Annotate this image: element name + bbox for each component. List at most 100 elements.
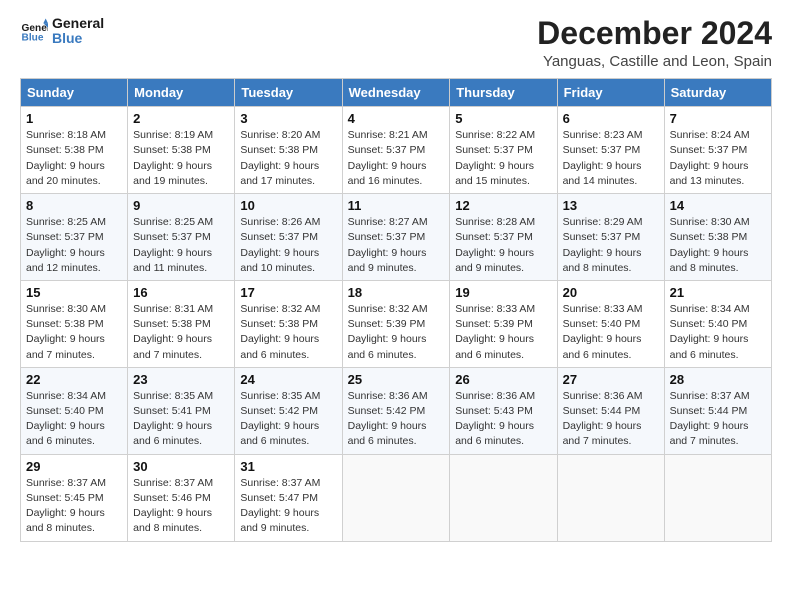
day-info: Sunrise: 8:36 AMSunset: 5:43 PMDaylight:…	[455, 389, 551, 450]
weekday-header-saturday: Saturday	[664, 79, 771, 107]
calendar-day-8: 8 Sunrise: 8:25 AMSunset: 5:37 PMDaylight…	[21, 194, 128, 281]
day-info: Sunrise: 8:30 AMSunset: 5:38 PMDaylight:…	[26, 302, 122, 363]
day-number: 20	[563, 285, 659, 300]
weekday-header-friday: Friday	[557, 79, 664, 107]
title-block: December 2024 Yanguas, Castille and Leon…	[537, 16, 772, 70]
day-number: 26	[455, 372, 551, 387]
logo-line2: Blue	[52, 31, 104, 46]
calendar-day-18: 18Sunrise: 8:32 AMSunset: 5:39 PMDayligh…	[342, 280, 450, 367]
calendar-day-3: 3Sunrise: 8:20 AMSunset: 5:38 PMDaylight…	[235, 107, 342, 194]
calendar-day-28: 28 Sunrise: 8:37 AMSunset: 5:44 PMDayligh…	[664, 367, 771, 454]
day-number: 24	[240, 372, 336, 387]
day-info: Sunrise: 8:31 AMSunset: 5:38 PMDaylight:…	[133, 302, 229, 363]
day-number: 1	[26, 111, 122, 126]
calendar-week-3: 15 Sunrise: 8:30 AMSunset: 5:38 PMDayligh…	[21, 280, 772, 367]
day-number: 30	[133, 459, 229, 474]
day-info: Sunrise: 8:27 AMSunset: 5:37 PMDaylight:…	[348, 215, 445, 276]
day-info: Sunrise: 8:28 AMSunset: 5:37 PMDaylight:…	[455, 215, 551, 276]
day-info: Sunrise: 8:25 AMSunset: 5:37 PMDaylight:…	[26, 215, 122, 276]
calendar-day-6: 6 Sunrise: 8:23 AMSunset: 5:37 PMDaylight…	[557, 107, 664, 194]
page-header: General Blue General Blue December 2024 …	[20, 16, 772, 70]
day-number: 25	[348, 372, 445, 387]
day-number: 8	[26, 198, 122, 213]
calendar-day-10: 10 Sunrise: 8:26 AMSunset: 5:37 PMDayligh…	[235, 194, 342, 281]
empty-cell	[557, 454, 664, 541]
calendar-day-2: 2Sunrise: 8:19 AMSunset: 5:38 PMDaylight…	[128, 107, 235, 194]
day-number: 6	[563, 111, 659, 126]
calendar-week-1: 1 Sunrise: 8:18 AMSunset: 5:38 PMDaylight…	[21, 107, 772, 194]
day-number: 16	[133, 285, 229, 300]
day-info: Sunrise: 8:37 AMSunset: 5:45 PMDaylight:…	[26, 476, 122, 537]
calendar-day-20: 20 Sunrise: 8:33 AMSunset: 5:40 PMDayligh…	[557, 280, 664, 367]
calendar-day-23: 23 Sunrise: 8:35 AMSunset: 5:41 PMDayligh…	[128, 367, 235, 454]
day-number: 22	[26, 372, 122, 387]
calendar-day-11: 11 Sunrise: 8:27 AMSunset: 5:37 PMDayligh…	[342, 194, 450, 281]
day-info: Sunrise: 8:29 AMSunset: 5:37 PMDaylight:…	[563, 215, 659, 276]
calendar-day-9: 9 Sunrise: 8:25 AMSunset: 5:37 PMDaylight…	[128, 194, 235, 281]
day-info: Sunrise: 8:35 AMSunset: 5:41 PMDaylight:…	[133, 389, 229, 450]
day-info: Sunrise: 8:30 AMSunset: 5:38 PMDaylight:…	[670, 215, 766, 276]
day-info: Sunrise: 8:19 AMSunset: 5:38 PMDaylight:…	[133, 128, 229, 189]
calendar-day-17: 17Sunrise: 8:32 AMSunset: 5:38 PMDayligh…	[235, 280, 342, 367]
day-number: 13	[563, 198, 659, 213]
day-info: Sunrise: 8:34 AMSunset: 5:40 PMDaylight:…	[670, 302, 766, 363]
calendar-day-7: 7 Sunrise: 8:24 AMSunset: 5:37 PMDaylight…	[664, 107, 771, 194]
day-number: 23	[133, 372, 229, 387]
day-info: Sunrise: 8:25 AMSunset: 5:37 PMDaylight:…	[133, 215, 229, 276]
weekday-header-monday: Monday	[128, 79, 235, 107]
day-number: 12	[455, 198, 551, 213]
logo: General Blue General Blue	[20, 16, 104, 47]
day-number: 11	[348, 198, 445, 213]
empty-cell	[664, 454, 771, 541]
day-info: Sunrise: 8:18 AMSunset: 5:38 PMDaylight:…	[26, 128, 122, 189]
calendar-day-15: 15 Sunrise: 8:30 AMSunset: 5:38 PMDayligh…	[21, 280, 128, 367]
day-info: Sunrise: 8:37 AMSunset: 5:46 PMDaylight:…	[133, 476, 229, 537]
day-number: 9	[133, 198, 229, 213]
day-number: 19	[455, 285, 551, 300]
calendar-table: SundayMondayTuesdayWednesdayThursdayFrid…	[20, 78, 772, 541]
weekday-header-wednesday: Wednesday	[342, 79, 450, 107]
day-number: 27	[563, 372, 659, 387]
calendar-day-26: 26 Sunrise: 8:36 AMSunset: 5:43 PMDayligh…	[450, 367, 557, 454]
calendar-day-22: 22 Sunrise: 8:34 AMSunset: 5:40 PMDayligh…	[21, 367, 128, 454]
calendar-day-14: 14Sunrise: 8:30 AMSunset: 5:38 PMDayligh…	[664, 194, 771, 281]
calendar-week-4: 22 Sunrise: 8:34 AMSunset: 5:40 PMDayligh…	[21, 367, 772, 454]
day-number: 5	[455, 111, 551, 126]
calendar-day-31: 31 Sunrise: 8:37 AMSunset: 5:47 PMDayligh…	[235, 454, 342, 541]
day-info: Sunrise: 8:22 AMSunset: 5:37 PMDaylight:…	[455, 128, 551, 189]
svg-text:Blue: Blue	[22, 33, 44, 44]
calendar-day-24: 24Sunrise: 8:35 AMSunset: 5:42 PMDayligh…	[235, 367, 342, 454]
empty-cell	[450, 454, 557, 541]
calendar-day-4: 4 Sunrise: 8:21 AMSunset: 5:37 PMDaylight…	[342, 107, 450, 194]
day-info: Sunrise: 8:34 AMSunset: 5:40 PMDaylight:…	[26, 389, 122, 450]
day-number: 15	[26, 285, 122, 300]
day-info: Sunrise: 8:37 AMSunset: 5:47 PMDaylight:…	[240, 476, 336, 537]
day-number: 7	[670, 111, 766, 126]
calendar-day-29: 29Sunrise: 8:37 AMSunset: 5:45 PMDayligh…	[21, 454, 128, 541]
logo-line1: General	[52, 16, 104, 31]
calendar-header-row: SundayMondayTuesdayWednesdayThursdayFrid…	[21, 79, 772, 107]
calendar-day-27: 27 Sunrise: 8:36 AMSunset: 5:44 PMDayligh…	[557, 367, 664, 454]
calendar-day-1: 1 Sunrise: 8:18 AMSunset: 5:38 PMDaylight…	[21, 107, 128, 194]
day-info: Sunrise: 8:23 AMSunset: 5:37 PMDaylight:…	[563, 128, 659, 189]
day-number: 31	[240, 459, 336, 474]
calendar-week-2: 8 Sunrise: 8:25 AMSunset: 5:37 PMDaylight…	[21, 194, 772, 281]
day-number: 28	[670, 372, 766, 387]
day-info: Sunrise: 8:33 AMSunset: 5:40 PMDaylight:…	[563, 302, 659, 363]
calendar-day-25: 25 Sunrise: 8:36 AMSunset: 5:42 PMDayligh…	[342, 367, 450, 454]
day-info: Sunrise: 8:21 AMSunset: 5:37 PMDaylight:…	[348, 128, 445, 189]
calendar-day-13: 13 Sunrise: 8:29 AMSunset: 5:37 PMDayligh…	[557, 194, 664, 281]
day-number: 17	[240, 285, 336, 300]
weekday-header-tuesday: Tuesday	[235, 79, 342, 107]
calendar-day-30: 30 Sunrise: 8:37 AMSunset: 5:46 PMDayligh…	[128, 454, 235, 541]
day-number: 4	[348, 111, 445, 126]
day-info: Sunrise: 8:26 AMSunset: 5:37 PMDaylight:…	[240, 215, 336, 276]
empty-cell	[342, 454, 450, 541]
day-number: 3	[240, 111, 336, 126]
day-info: Sunrise: 8:36 AMSunset: 5:44 PMDaylight:…	[563, 389, 659, 450]
day-number: 10	[240, 198, 336, 213]
day-info: Sunrise: 8:24 AMSunset: 5:37 PMDaylight:…	[670, 128, 766, 189]
day-info: Sunrise: 8:36 AMSunset: 5:42 PMDaylight:…	[348, 389, 445, 450]
day-info: Sunrise: 8:37 AMSunset: 5:44 PMDaylight:…	[670, 389, 766, 450]
day-info: Sunrise: 8:33 AMSunset: 5:39 PMDaylight:…	[455, 302, 551, 363]
